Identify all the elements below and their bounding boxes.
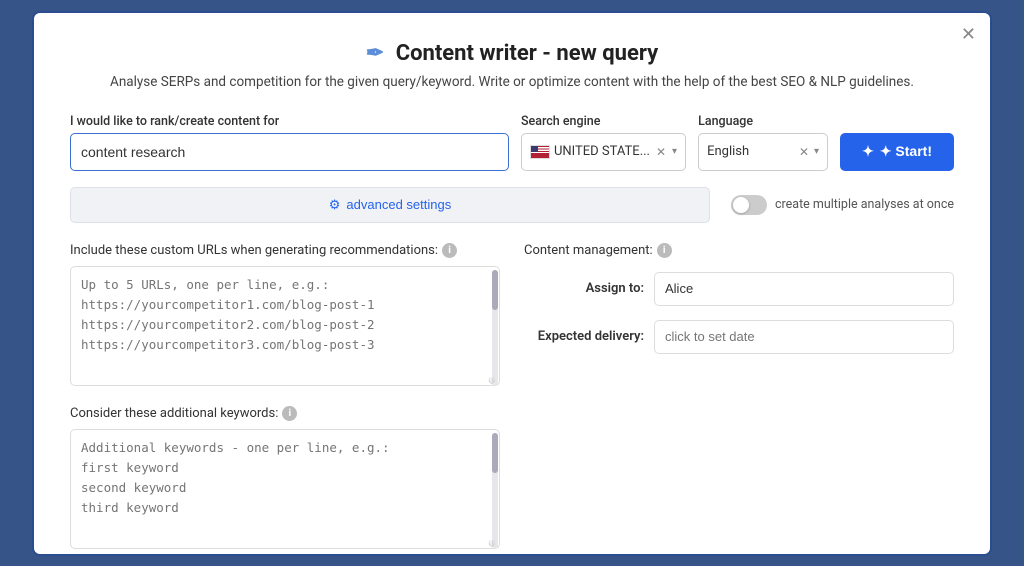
custom-urls-wrap: ⟱	[70, 266, 500, 390]
feather-icon: ✒	[366, 41, 384, 66]
additional-keywords-info-icon[interactable]: i	[282, 406, 297, 421]
language-select[interactable]: English ✕ ▾	[698, 133, 828, 171]
assign-to-row: Assign to:	[524, 272, 954, 306]
right-column: Content management: i Assign to: Expecte…	[524, 243, 954, 553]
expected-delivery-input[interactable]	[654, 320, 954, 354]
expected-delivery-label: Expected delivery:	[524, 329, 644, 344]
modal-overlay: ✕ ✒ Content writer - new query Analyse S…	[0, 0, 1024, 566]
two-column-section: Include these custom URLs when generatin…	[70, 243, 954, 553]
start-label: ✦ Start!	[880, 143, 932, 160]
left-column: Include these custom URLs when generatin…	[70, 243, 500, 553]
additional-keywords-scrollbar[interactable]	[492, 433, 498, 549]
custom-urls-scrollbar[interactable]	[492, 270, 498, 386]
advanced-row: ⚙ advanced settings create multiple anal…	[70, 187, 954, 223]
language-group: Language English ✕ ▾	[698, 114, 828, 171]
start-group: ✦ ✦ Start!	[840, 133, 954, 171]
advanced-settings-button[interactable]: ⚙ advanced settings	[70, 187, 710, 223]
custom-urls-textarea[interactable]	[70, 266, 500, 386]
expected-delivery-row: Expected delivery:	[524, 320, 954, 354]
assign-to-input[interactable]	[654, 272, 954, 306]
toggle-group: create multiple analyses at once	[731, 195, 954, 215]
search-engine-group: Search engine UNITED STATE... ✕ ▾	[521, 114, 686, 171]
keyword-label: I would like to rank/create content for	[70, 114, 509, 129]
main-form-row: I would like to rank/create content for …	[70, 114, 954, 171]
search-engine-arrow-icon[interactable]: ▾	[672, 146, 677, 157]
additional-keywords-scrollbar-thumb	[492, 433, 498, 473]
search-engine-value: UNITED STATE...	[554, 144, 650, 159]
advanced-settings-label: advanced settings	[346, 197, 451, 212]
language-value: English	[707, 144, 749, 159]
additional-keywords-wrap: ⟱	[70, 429, 500, 553]
modal-subtitle: Analyse SERPs and competition for the gi…	[70, 74, 954, 90]
multiple-analyses-toggle[interactable]	[731, 195, 767, 215]
close-button[interactable]: ✕	[961, 25, 976, 43]
start-button[interactable]: ✦ ✦ Start!	[840, 133, 954, 171]
custom-urls-resize-handle[interactable]: ⟱	[488, 378, 498, 388]
keyword-group: I would like to rank/create content for	[70, 114, 509, 171]
modal-container: ✕ ✒ Content writer - new query Analyse S…	[32, 11, 992, 556]
additional-keywords-resize-handle[interactable]: ⟱	[488, 541, 498, 551]
language-label: Language	[698, 114, 828, 129]
search-engine-label: Search engine	[521, 114, 686, 129]
keyword-input[interactable]	[70, 133, 509, 171]
custom-urls-scrollbar-thumb	[492, 270, 498, 310]
additional-keywords-textarea[interactable]	[70, 429, 500, 549]
custom-urls-label: Include these custom URLs when generatin…	[70, 243, 500, 258]
assign-to-label: Assign to:	[524, 281, 644, 296]
additional-keywords-label: Consider these additional keywords: i	[70, 406, 500, 421]
search-engine-clear-icon[interactable]: ✕	[656, 145, 666, 159]
flag-us-icon	[530, 145, 550, 159]
toggle-label: create multiple analyses at once	[775, 197, 954, 212]
content-mgmt-info-icon[interactable]: i	[657, 243, 672, 258]
language-clear-icon[interactable]: ✕	[799, 145, 809, 159]
content-management-label: Content management: i	[524, 243, 954, 258]
modal-title: ✒ Content writer - new query	[70, 41, 954, 66]
start-icon: ✦	[862, 143, 874, 160]
settings-icon: ⚙	[329, 197, 341, 213]
search-engine-select[interactable]: UNITED STATE... ✕ ▾	[521, 133, 686, 171]
language-arrow-icon[interactable]: ▾	[814, 146, 819, 157]
custom-urls-info-icon[interactable]: i	[442, 243, 457, 258]
